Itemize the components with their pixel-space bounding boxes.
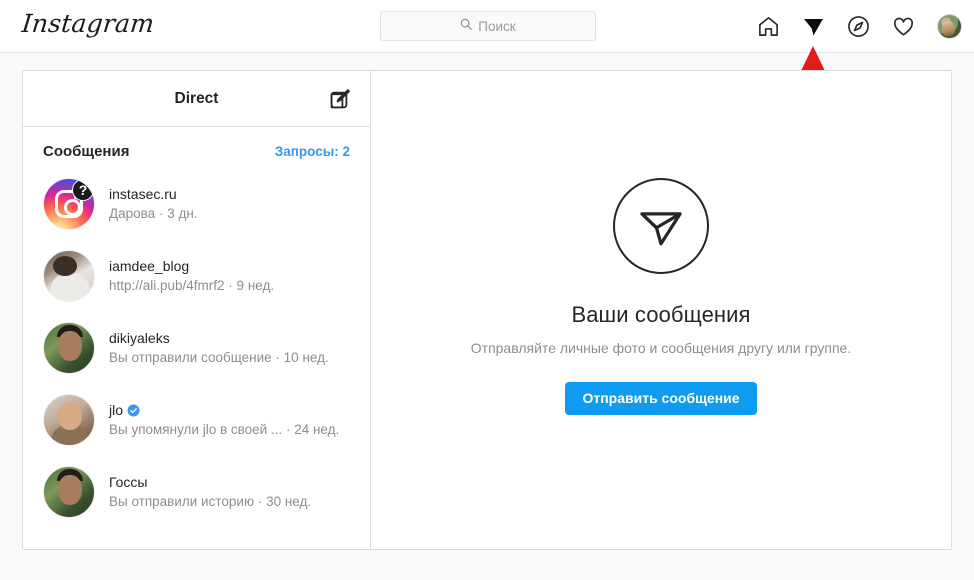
direct-paper-plane-icon[interactable] [802,15,825,38]
list-item[interactable]: jlo Вы упомянули jlo в своей ... · 24 не… [23,384,370,456]
profile-avatar[interactable] [937,14,962,39]
send-message-button[interactable]: Отправить сообщение [565,381,757,415]
verified-badge-icon [127,404,140,417]
instagram-direct-page: Instagram Поиск Direct Сообщения Запросы… [0,0,974,580]
compose-pencil-icon[interactable] [328,87,352,111]
person-avatar [43,394,95,446]
thread-name-label: dikiyaleks [109,330,170,346]
thread-name: Госсы [109,473,350,492]
list-item[interactable]: ? instasec.ru Дарова · 3 дн. [23,168,370,240]
search-placeholder: Поиск [478,18,516,34]
search-icon [460,17,473,35]
thread-name-label: jlo [109,402,124,418]
thread-snippet: http://ali.pub/4fmrf2 · 9 нед. [109,278,275,293]
list-item[interactable]: dikiyaleks Вы отправили сообщение · 10 н… [23,312,370,384]
instagram-logo[interactable]: Instagram [20,9,155,38]
thread-name: dikiyaleks [109,329,350,348]
thread-text: jlo Вы упомянули jlo в своей ... · 24 не… [109,401,350,439]
thread-name: instasec.ru [109,185,350,204]
list-item[interactable]: Госсы Вы отправили историю · 30 нед. [23,456,370,528]
direct-panel: Direct Сообщения Запросы: 2 ? instasec.r… [22,70,952,550]
person-avatar [43,322,95,374]
sidebar-title: Direct [174,89,219,107]
conversation-sidebar: Direct Сообщения Запросы: 2 ? instasec.r… [23,71,371,549]
empty-state-subtitle: Отправляйте личные фото и сообщения друг… [470,339,852,356]
heart-activity-icon[interactable] [892,15,915,38]
question-badge: ? [72,179,94,201]
thread-text: instasec.ru Дарова · 3 дн. [109,185,350,223]
thread-snippet: Вы упомянули jlo в своей ... · 24 нед. [109,422,340,437]
thread-name-label: Госсы [109,474,148,490]
thread-name: jlo [109,401,350,420]
sidebar-header: Direct [23,71,370,127]
conversation-list: ? instasec.ru Дарова · 3 дн. iamdee_blog… [23,168,370,549]
empty-state-title: Ваши сообщения [571,301,751,327]
list-item[interactable]: iamdee_blog http://ali.pub/4fmrf2 · 9 не… [23,240,370,312]
empty-state-panel: Ваши сообщения Отправляйте личные фото и… [371,71,951,549]
home-icon[interactable] [757,15,780,38]
section-title: Сообщения [43,143,130,160]
thread-snippet: Дарова · 3 дн. [109,206,198,221]
messages-section-header: Сообщения Запросы: 2 [23,127,370,168]
person-avatar [43,250,95,302]
requests-link[interactable]: Запросы: 2 [275,144,350,159]
thread-snippet: Вы отправили историю · 30 нед. [109,494,312,509]
person-avatar [43,466,95,518]
thread-name: iamdee_blog [109,257,350,276]
thread-snippet: Вы отправили сообщение · 10 нед. [109,350,329,365]
search-input[interactable]: Поиск [380,11,596,41]
thread-text: Госсы Вы отправили историю · 30 нед. [109,473,350,511]
thread-name-label: instasec.ru [109,186,177,202]
thread-text: dikiyaleks Вы отправили сообщение · 10 н… [109,329,350,367]
thread-text: iamdee_blog http://ali.pub/4fmrf2 · 9 не… [109,257,350,295]
instagram-logo-avatar: ? [43,178,95,230]
compass-explore-icon[interactable] [847,15,870,38]
thread-name-label: iamdee_blog [109,258,190,274]
paper-plane-outline-icon [613,177,709,274]
